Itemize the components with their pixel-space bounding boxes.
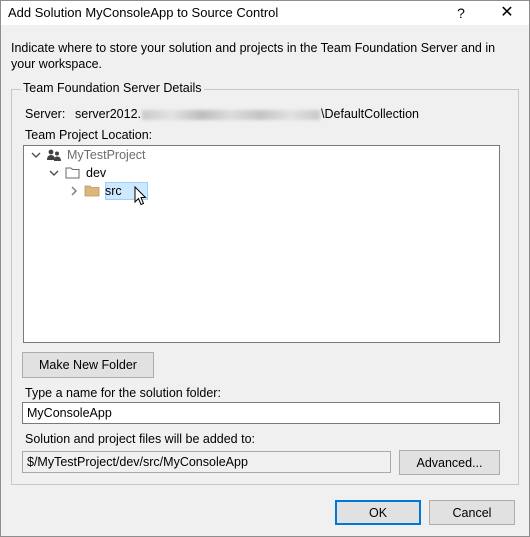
dialog-window: Add Solution MyConsoleApp to Source Cont…: [0, 0, 530, 537]
project-location-tree[interactable]: MyTestProject dev src: [23, 145, 500, 343]
added-to-label: Solution and project files will be added…: [25, 432, 256, 446]
tree-expander-expanded-icon[interactable]: [31, 146, 41, 164]
advanced-button[interactable]: Advanced...: [399, 450, 500, 475]
dialog-title: Add Solution MyConsoleApp to Source Cont…: [8, 5, 279, 20]
server-name-prefix: server2012.: [75, 107, 142, 121]
folder-icon: [84, 183, 100, 199]
added-to-path-field[interactable]: [22, 451, 391, 473]
server-label: Server:: [25, 107, 66, 121]
project-location-label: Team Project Location:: [25, 128, 153, 142]
redacted-server-name: [142, 109, 321, 120]
server-value: server2012. \DefaultCollection: [75, 107, 419, 121]
solution-folder-input[interactable]: [22, 402, 500, 424]
title-bar: Add Solution MyConsoleApp to Source Cont…: [1, 1, 529, 25]
team-project-icon: [46, 147, 62, 163]
tree-node-label: dev: [86, 166, 107, 180]
ok-button[interactable]: OK: [335, 500, 421, 525]
tree-node-folder[interactable]: dev: [49, 164, 149, 182]
server-collection: \DefaultCollection: [321, 107, 419, 121]
group-title: Team Foundation Server Details: [21, 81, 204, 95]
tree-node-team-project[interactable]: MyTestProject: [31, 146, 231, 164]
help-button[interactable]: ?: [449, 3, 473, 23]
dialog-description: Indicate where to store your solution an…: [11, 41, 496, 71]
solution-folder-label: Type a name for the solution folder:: [25, 386, 221, 400]
make-new-folder-button[interactable]: Make New Folder: [22, 352, 154, 378]
folder-open-icon: [65, 165, 81, 181]
tree-expander-collapsed-icon[interactable]: [69, 182, 79, 200]
tree-expander-expanded-icon[interactable]: [49, 164, 59, 182]
cancel-button[interactable]: Cancel: [429, 500, 515, 525]
close-button[interactable]: ✕: [495, 2, 519, 24]
tree-node-label: src: [105, 184, 122, 198]
mouse-pointer-icon: [134, 185, 147, 209]
tree-node-label: MyTestProject: [67, 148, 146, 162]
